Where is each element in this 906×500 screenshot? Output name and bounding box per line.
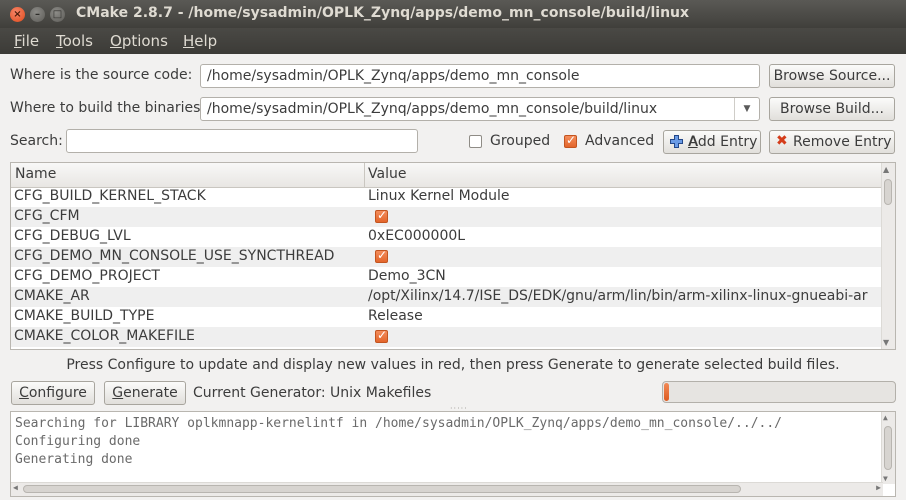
add-entry-label: Add Entry [688, 134, 758, 150]
output-vertical-scrollbar[interactable]: ▲ ▼ [881, 412, 895, 484]
row-value[interactable]: 0xEC000000L [368, 228, 465, 244]
binaries-label: Where to build the binaries: [10, 100, 206, 116]
row-name: CFG_DEMO_MN_CONSOLE_USE_SYNCTHREAD [14, 248, 335, 264]
table-row[interactable]: CFG_DEMO_PROJECT Demo_3CN [11, 267, 883, 287]
menu-file[interactable]: File [14, 32, 39, 50]
table-header: Name Value [11, 163, 883, 188]
current-generator-text: Current Generator: Unix Makefiles [193, 385, 432, 401]
x-icon: ✖ [776, 133, 788, 149]
table-row[interactable]: CFG_DEMO_MN_CONSOLE_USE_SYNCTHREAD [11, 247, 883, 267]
column-header-name[interactable]: Name [15, 166, 56, 182]
source-path-input[interactable]: /home/sysadmin/OPLK_Zynq/apps/demo_mn_co… [200, 64, 760, 88]
row-name: CFG_DEBUG_LVL [14, 228, 131, 244]
row-name: CMAKE_COLOR_MAKEFILE [14, 328, 195, 344]
menu-tools[interactable]: Tools [56, 32, 93, 50]
browse-build-button[interactable]: Browse Build... [769, 97, 895, 121]
binaries-path-combo[interactable]: /home/sysadmin/OPLK_Zynq/apps/demo_mn_co… [200, 97, 760, 121]
output-line: Configuring done [15, 434, 141, 449]
output-line: Generating done [15, 452, 133, 467]
output-log[interactable]: Searching for LIBRARY oplkmnapp-kernelin… [10, 411, 896, 497]
output-hscroll-thumb[interactable] [23, 485, 741, 493]
window-title: CMake 2.8.7 - /home/sysadmin/OPLK_Zynq/a… [76, 5, 690, 21]
scroll-left-icon[interactable]: ◀ [13, 483, 18, 492]
menu-file-accel: F [14, 32, 22, 50]
generate-accel: G [112, 385, 124, 401]
info-text: Press Configure to update and display ne… [66, 357, 840, 373]
table-vertical-scrollbar[interactable]: ▲ ▼ [881, 163, 895, 349]
menu-bar: File Tools Options Help [0, 28, 906, 54]
close-window-button[interactable]: × [10, 7, 25, 22]
row-value[interactable]: Release [368, 308, 423, 324]
table-row[interactable]: CMAKE_BUILD_TYPE Release [11, 307, 883, 327]
scroll-down-icon[interactable]: ▼ [883, 474, 888, 483]
plus-icon [670, 135, 683, 148]
row-name: CFG_CFM [14, 208, 80, 224]
table-row[interactable]: CFG_BUILD_KERNEL_STACK Linux Kernel Modu… [11, 187, 883, 207]
table-row[interactable]: CFG_CFM [11, 207, 883, 227]
menu-options-rest: ptions [121, 32, 168, 50]
output-vscroll-thumb[interactable] [884, 426, 892, 470]
scroll-down-icon[interactable]: ▼ [883, 338, 889, 347]
binaries-path-value: /home/sysadmin/OPLK_Zynq/apps/demo_mn_co… [207, 101, 658, 117]
grouped-label: Grouped [490, 133, 551, 149]
grouped-checkbox[interactable] [469, 135, 482, 148]
menu-help-accel: H [183, 32, 195, 50]
minimize-window-button[interactable]: – [30, 7, 45, 22]
dropdown-arrow-icon[interactable]: ▼ [734, 98, 759, 120]
scroll-up-icon[interactable]: ▲ [883, 165, 889, 174]
menu-options[interactable]: Options [110, 32, 168, 50]
row-value[interactable]: Linux Kernel Module [368, 188, 510, 204]
row-name: CFG_BUILD_KERNEL_STACK [14, 188, 206, 204]
search-label: Search: [10, 133, 63, 149]
remove-entry-button[interactable]: ✖ Remove Entry [769, 130, 895, 154]
progress-bar [662, 381, 896, 403]
table-row[interactable]: CMAKE_AR /opt/Xilinx/14.7/ISE_DS/EDK/gnu… [11, 287, 883, 307]
scroll-up-icon[interactable]: ▲ [883, 413, 888, 422]
remove-entry-label: Remove Entry [793, 134, 892, 150]
output-line: Searching for LIBRARY oplkmnapp-kernelin… [15, 416, 783, 431]
output-horizontal-scrollbar[interactable]: ◀ ▶ [11, 482, 883, 496]
browse-source-button[interactable]: Browse Source... [769, 64, 895, 88]
table-row[interactable]: CMAKE_COLOR_MAKEFILE [11, 327, 883, 347]
scroll-right-icon[interactable]: ▶ [876, 483, 881, 492]
add-entry-button[interactable]: AAdd Entry [663, 130, 761, 154]
row-value-checkbox[interactable] [375, 208, 388, 223]
source-label: Where is the source code: [10, 67, 193, 83]
table-row[interactable]: CFG_DEBUG_LVL 0xEC000000L [11, 227, 883, 247]
advanced-label: Advanced [585, 133, 655, 149]
menu-tools-accel: T [56, 32, 63, 50]
row-name: CFG_DEMO_PROJECT [14, 268, 160, 284]
menu-tools-rest: ools [62, 32, 93, 50]
row-value[interactable]: Demo_3CN [368, 268, 446, 284]
row-name: CMAKE_AR [14, 288, 90, 304]
configure-accel: C [19, 385, 29, 401]
maximize-window-button[interactable]: □ [50, 7, 65, 22]
advanced-checkbox[interactable] [564, 133, 577, 148]
search-input[interactable] [66, 129, 418, 153]
cache-variables-table[interactable]: Name Value CFG_BUILD_KERNEL_STACK Linux … [10, 162, 896, 350]
row-value-checkbox[interactable] [375, 248, 388, 263]
generate-button[interactable]: Generate [104, 381, 186, 405]
row-value-checkbox[interactable] [375, 328, 388, 343]
column-divider[interactable] [364, 163, 365, 187]
generate-rest: enerate [123, 385, 178, 401]
configure-button[interactable]: Configure [11, 381, 95, 405]
row-name: CMAKE_BUILD_TYPE [14, 308, 155, 324]
row-value[interactable]: /opt/Xilinx/14.7/ISE_DS/EDK/gnu/arm/lin/… [368, 288, 868, 304]
title-bar: × – □ CMake 2.8.7 - /home/sysadmin/OPLK_… [0, 0, 906, 28]
menu-help-rest: elp [194, 32, 218, 50]
table-scroll-thumb[interactable] [884, 179, 892, 205]
menu-options-accel: O [110, 32, 122, 50]
column-header-value[interactable]: Value [368, 166, 406, 182]
menu-file-rest: ile [21, 32, 40, 50]
menu-help[interactable]: Help [183, 32, 217, 50]
configure-rest: onfigure [28, 385, 87, 401]
progress-fill [664, 383, 669, 401]
